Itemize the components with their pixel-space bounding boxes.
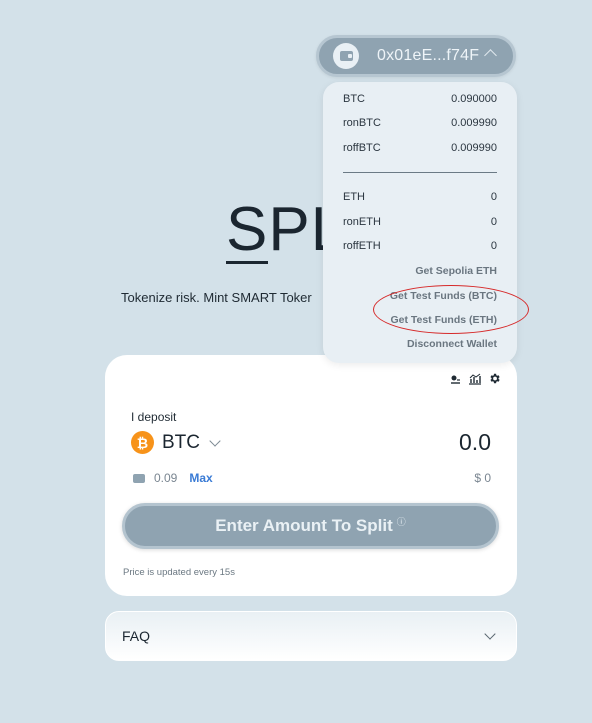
token-symbol: BTC	[162, 431, 200, 453]
balance-token: BTC	[343, 93, 365, 105]
enter-amount-button[interactable]: Enter Amount To Split ⓘ	[122, 503, 499, 549]
max-button[interactable]: Max	[189, 471, 212, 485]
highlight-annotation	[373, 285, 529, 334]
wallet-address: 0x01eE...f74F	[377, 47, 480, 64]
deposit-label: I deposit	[131, 410, 177, 424]
balance-amount: 0	[490, 191, 497, 203]
chevron-down-icon	[484, 628, 496, 640]
balance-value: 0.09	[154, 471, 178, 485]
enter-amount-label: Enter Amount To Split	[215, 516, 393, 535]
balance-token: roffBTC	[343, 142, 381, 154]
balance-token: ronETH	[343, 216, 381, 228]
card-toolbar	[449, 372, 501, 387]
token-select[interactable]: ₿ BTC	[131, 431, 221, 454]
info-icon[interactable]: ⓘ	[397, 515, 406, 528]
balance-amount: 0	[490, 240, 497, 252]
wallet-button[interactable]: 0x01eE...f74F	[316, 35, 516, 77]
split-card: I deposit ₿ BTC 0.0 0.09 Max $ 0 Enter A…	[105, 355, 517, 596]
slippage-icon[interactable]	[449, 373, 462, 387]
faq-label: FAQ	[122, 628, 151, 644]
amount-input[interactable]: 0.0	[459, 429, 491, 456]
balance-row-eth: ETH 0	[343, 191, 497, 203]
get-sepolia-eth-link[interactable]: Get Sepolia ETH	[415, 265, 497, 277]
balance-token: roffETH	[343, 240, 381, 252]
balance-amount: 0.009990	[451, 117, 497, 129]
balance-amount: 0.009990	[451, 142, 497, 154]
balance-amount: 0.090000	[451, 93, 497, 105]
balance-token: ETH	[343, 191, 365, 203]
btc-icon: ₿	[131, 431, 154, 454]
price-note: Price is updated every 15s	[123, 567, 235, 578]
divider	[343, 172, 497, 173]
balance-row-roneth: ronETH 0	[343, 216, 497, 228]
balance-row-btc: BTC 0.090000	[343, 93, 497, 105]
page-title-first-letter: S	[226, 195, 269, 264]
balance-amount: 0	[490, 216, 497, 228]
balance-row-roffbtc: roffBTC 0.009990	[343, 142, 497, 154]
chevron-up-icon	[484, 49, 497, 62]
gear-icon[interactable]	[488, 372, 501, 387]
tagline: Tokenize risk. Mint SMART Toker	[121, 290, 312, 305]
balance-row-ronbtc: ronBTC 0.009990	[343, 117, 497, 129]
balance-row-roffeth: roffETH 0	[343, 240, 497, 252]
balance-row: 0.09 Max	[133, 471, 213, 485]
disconnect-wallet-link[interactable]: Disconnect Wallet	[407, 338, 497, 350]
chevron-down-icon	[209, 434, 221, 447]
balance-token: ronBTC	[343, 117, 381, 129]
usd-value: $ 0	[474, 471, 491, 485]
wallet-icon	[133, 473, 145, 483]
wallet-icon	[333, 43, 359, 69]
chart-icon[interactable]	[468, 373, 482, 387]
faq-accordion[interactable]: FAQ	[105, 611, 517, 661]
